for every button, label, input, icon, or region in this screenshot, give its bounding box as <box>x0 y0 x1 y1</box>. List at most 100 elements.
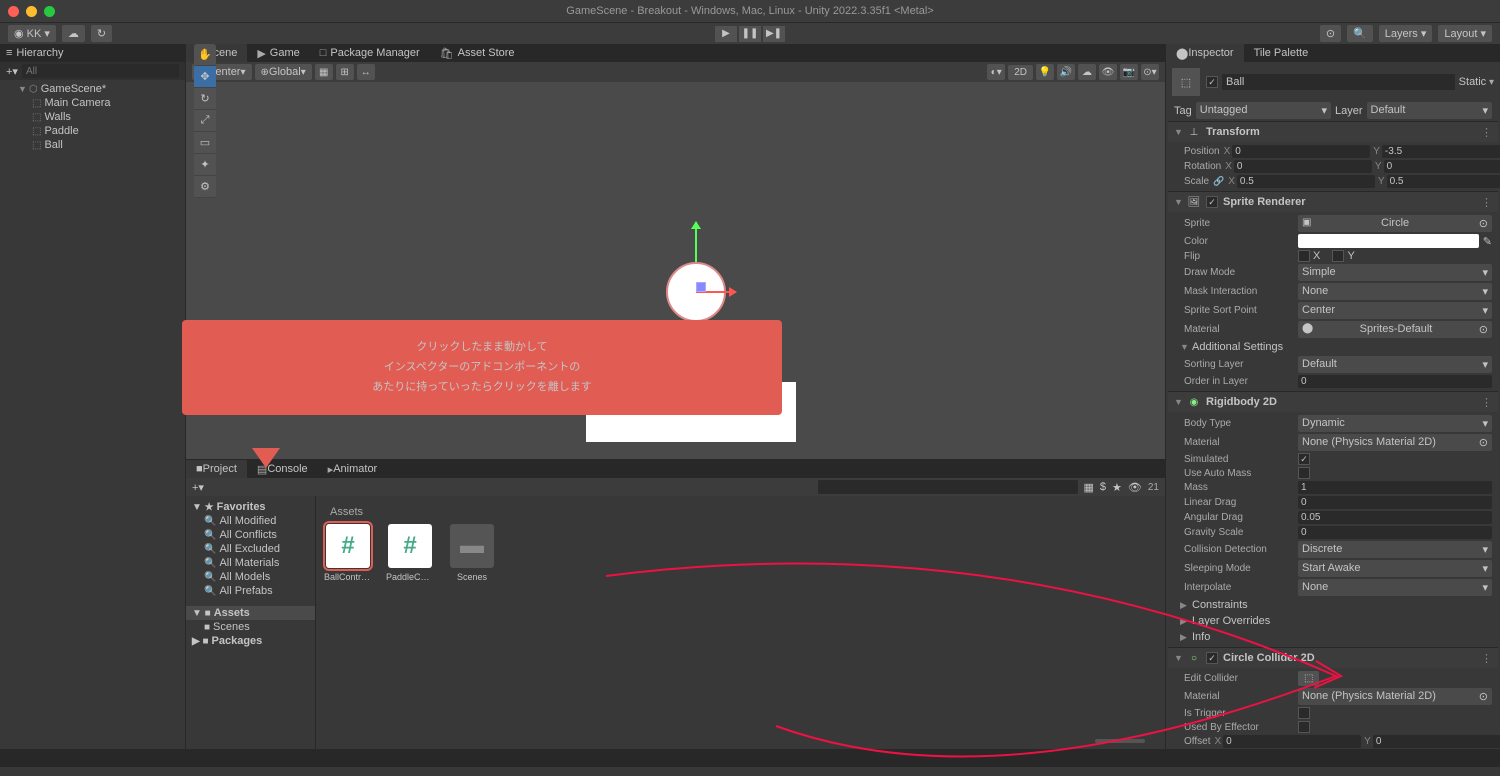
favorite-item[interactable]: 🔍 All Excluded <box>186 542 315 556</box>
y-axis-gizmo[interactable] <box>695 222 697 262</box>
minimize-window-icon[interactable] <box>26 6 37 17</box>
gravity-input[interactable] <box>1298 526 1492 539</box>
component-menu-icon[interactable]: ⋮ <box>1481 396 1492 409</box>
search-button[interactable]: 🔍 <box>1347 25 1373 42</box>
gizmos-icon[interactable]: ⊙▾ <box>1141 64 1159 80</box>
simulated-checkbox[interactable] <box>1298 453 1310 465</box>
position-y-input[interactable] <box>1382 145 1500 158</box>
hierarchy-tab[interactable]: ≡ Hierarchy <box>0 44 185 62</box>
body-type-dropdown[interactable]: Dynamic▾ <box>1298 415 1492 432</box>
constraints-foldout[interactable]: ▶Constraints <box>1174 597 1492 613</box>
custom-tool-icon[interactable]: ⚙ <box>194 176 216 198</box>
tag-dropdown[interactable]: Untagged▾ <box>1196 102 1331 119</box>
grid-size-slider[interactable] <box>1095 739 1145 743</box>
audio-icon[interactable]: 🔊 <box>1057 64 1075 80</box>
mask-dropdown[interactable]: None▾ <box>1298 283 1492 300</box>
layout-dropdown[interactable]: Layout ▾ <box>1438 25 1492 42</box>
collision-dropdown[interactable]: Discrete▾ <box>1298 541 1492 558</box>
shade-icon[interactable]: ◐▾ <box>987 64 1005 80</box>
offset-x-input[interactable] <box>1223 735 1361 748</box>
project-grid[interactable]: Assets # BallControl... # PaddleCon... ▬ <box>316 496 1165 749</box>
tile-palette-tab[interactable]: Tile Palette <box>1244 44 1319 62</box>
grid-icon[interactable]: ▦ <box>315 64 333 80</box>
add-icon[interactable]: +▾ <box>6 65 18 78</box>
asset-script[interactable]: # BallControl... <box>324 524 372 582</box>
favorite-item[interactable]: 🔍 All Modified <box>186 514 315 528</box>
maximize-window-icon[interactable] <box>44 6 55 17</box>
snap-settings-icon[interactable]: ↔ <box>357 64 375 80</box>
scale-x-input[interactable] <box>1237 175 1375 188</box>
hidden-icon[interactable]: 👁 <box>1099 64 1117 80</box>
account-button[interactable]: ◉ KK ▾ <box>8 25 56 42</box>
favorites-header[interactable]: ▼ ★ Favorites <box>186 500 315 514</box>
folder-item[interactable]: ■ Scenes <box>186 620 315 634</box>
rect-tool-icon[interactable]: ▭ <box>194 132 216 154</box>
step-button[interactable]: ▶❚ <box>763 26 785 42</box>
inspector-tab[interactable]: ⬤ Inspector <box>1166 44 1244 62</box>
snap-icon[interactable]: ⊞ <box>336 64 354 80</box>
hierarchy-item[interactable]: ⬚Walls <box>0 110 185 124</box>
pause-button[interactable]: ❚❚ <box>739 26 761 42</box>
layer-overrides-foldout[interactable]: ▶Layer Overrides <box>1174 613 1492 629</box>
sort-point-dropdown[interactable]: Center▾ <box>1298 302 1492 319</box>
static-dropdown[interactable]: Static ▾ <box>1459 76 1494 88</box>
asset-folder[interactable]: ▬ Scenes <box>448 524 496 582</box>
sprite-field[interactable]: ▣Circle⊙ <box>1298 215 1492 232</box>
global-button[interactable]: ⊕Global▾ <box>255 64 312 80</box>
offset-y-input[interactable] <box>1373 735 1500 748</box>
hierarchy-search-input[interactable] <box>22 64 179 78</box>
save-filter-icon[interactable]: $ <box>1100 481 1106 493</box>
add-asset-icon[interactable]: +▾ <box>192 481 204 494</box>
animator-tab[interactable]: ▸ Animator <box>318 460 388 478</box>
auto-mass-checkbox[interactable] <box>1298 467 1310 479</box>
asset-script[interactable]: # PaddleCon... <box>386 524 434 582</box>
hierarchy-item[interactable]: ⬚Paddle <box>0 124 185 138</box>
scene-row[interactable]: ▼⬡GameScene* <box>0 82 185 96</box>
interpolate-dropdown[interactable]: None▾ <box>1298 579 1492 596</box>
xy-plane-gizmo[interactable] <box>696 282 706 292</box>
info-foldout[interactable]: ▶Info <box>1174 629 1492 645</box>
angular-drag-input[interactable] <box>1298 511 1492 524</box>
project-tab[interactable]: ■ Project <box>186 460 247 478</box>
flip-x-checkbox[interactable] <box>1298 250 1310 262</box>
transform-tool-icon[interactable]: ✦ <box>194 154 216 176</box>
game-tab[interactable]: ▶ Game <box>247 44 309 62</box>
effector-checkbox[interactable] <box>1298 721 1310 733</box>
hierarchy-item[interactable]: ⬚Main Camera <box>0 96 185 110</box>
gameobject-icon[interactable]: ⬚ <box>1172 68 1200 96</box>
favorite-icon[interactable]: ★ <box>1112 481 1122 494</box>
hidden-packages-icon[interactable]: 👁 <box>1128 481 1142 494</box>
sorting-layer-dropdown[interactable]: Default▾ <box>1298 356 1492 373</box>
physics-material-field[interactable]: None (Physics Material 2D)⊙ <box>1298 434 1492 451</box>
link-icon[interactable]: 🔗 <box>1213 176 1224 187</box>
camera-icon[interactable]: 📷 <box>1120 64 1138 80</box>
layer-dropdown[interactable]: Default▾ <box>1367 102 1492 119</box>
favorite-item[interactable]: 🔍 All Materials <box>186 556 315 570</box>
undo-history-button[interactable]: ⊙ <box>1320 25 1341 42</box>
edit-collider-button[interactable]: ⬚ <box>1298 671 1319 686</box>
close-window-icon[interactable] <box>8 6 19 17</box>
material-field[interactable]: ⬤ Sprites-Default⊙ <box>1298 321 1492 338</box>
eyedropper-icon[interactable]: ✎ <box>1483 235 1492 248</box>
order-input[interactable] <box>1298 375 1492 388</box>
rotate-tool-icon[interactable]: ↻ <box>194 88 216 110</box>
history-button[interactable]: ↻ <box>91 25 112 42</box>
hierarchy-item[interactable]: ⬚Ball <box>0 138 185 152</box>
enable-checkbox[interactable] <box>1206 652 1218 664</box>
active-checkbox[interactable] <box>1206 76 1218 88</box>
asset-store-tab[interactable]: 🛍 Asset Store <box>430 44 525 62</box>
is-trigger-checkbox[interactable] <box>1298 707 1310 719</box>
mass-input[interactable] <box>1298 481 1492 494</box>
cloud-button[interactable]: ☁ <box>62 25 85 42</box>
packages-folder[interactable]: ▶ ■ Packages <box>186 634 315 648</box>
draw-mode-dropdown[interactable]: Simple▾ <box>1298 264 1492 281</box>
sleeping-dropdown[interactable]: Start Awake▾ <box>1298 560 1492 577</box>
favorite-item[interactable]: 🔍 All Prefabs <box>186 584 315 598</box>
filter-icon[interactable]: ▦ <box>1084 481 1094 494</box>
light-icon[interactable]: 💡 <box>1036 64 1054 80</box>
collider-material-field[interactable]: None (Physics Material 2D)⊙ <box>1298 688 1492 705</box>
layers-dropdown[interactable]: Layers ▾ <box>1379 25 1433 42</box>
scale-y-input[interactable] <box>1387 175 1500 188</box>
package-manager-tab[interactable]: □ Package Manager <box>310 44 430 62</box>
rotation-x-input[interactable] <box>1234 160 1372 173</box>
